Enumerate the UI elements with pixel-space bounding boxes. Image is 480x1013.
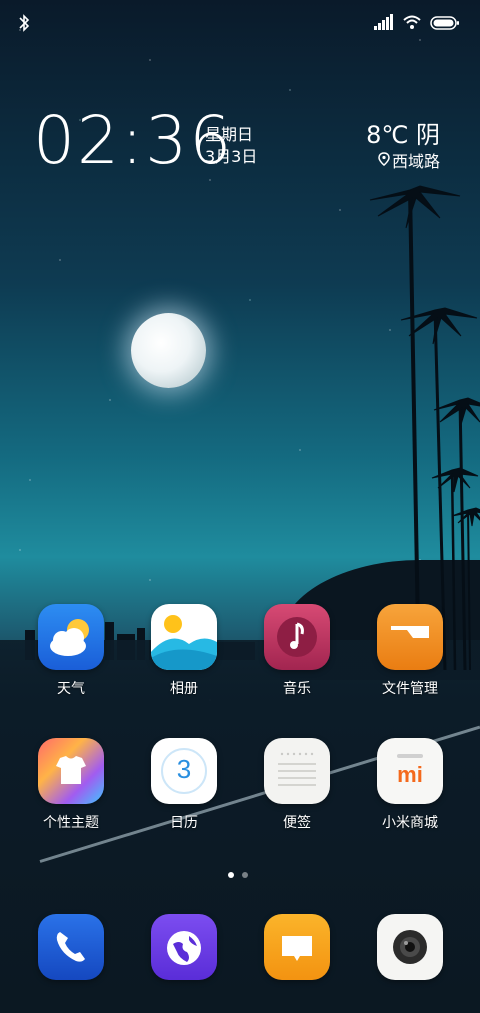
weekday-label: 星期日	[205, 125, 254, 144]
app-themes[interactable]: 个性主题	[23, 738, 119, 832]
mi-store-icon: mi	[377, 738, 443, 804]
app-label: 小米商城	[382, 815, 438, 831]
wifi-icon	[402, 14, 422, 34]
app-weather[interactable]: 天气	[23, 604, 119, 698]
page-indicator[interactable]	[228, 872, 248, 878]
gallery-icon	[151, 604, 217, 670]
folder-icon	[377, 604, 443, 670]
calendar-day: 3	[176, 754, 192, 784]
clock-time[interactable]: 02:36	[33, 108, 233, 174]
app-mi-store[interactable]: mi 小米商城	[362, 738, 458, 832]
app-label: 天气	[57, 681, 85, 697]
phone-icon	[38, 914, 104, 980]
cell-signal-icon	[374, 14, 394, 34]
calendar-icon: 3	[151, 738, 217, 804]
weather-temp[interactable]: 8℃ 阴	[366, 115, 440, 150]
moon-image	[131, 313, 206, 388]
app-label: 日历	[170, 815, 198, 831]
location-pin-icon	[378, 151, 390, 170]
page-dot-1[interactable]	[228, 872, 234, 878]
battery-icon	[430, 15, 460, 34]
status-bar	[0, 0, 480, 50]
app-files[interactable]: 文件管理	[362, 604, 458, 698]
date-block[interactable]: 星期日 3月3日	[205, 124, 257, 168]
app-label: 相册	[170, 681, 198, 697]
app-label: 个性主题	[43, 815, 99, 831]
dock-browser[interactable]	[136, 914, 232, 980]
page-dot-2[interactable]	[242, 872, 248, 878]
camera-icon	[377, 914, 443, 980]
browser-icon	[151, 914, 217, 980]
app-notes[interactable]: 便签	[249, 738, 345, 832]
dock-phone[interactable]	[23, 914, 119, 980]
mi-logo: mi	[397, 762, 423, 787]
weather-icon	[38, 604, 104, 670]
app-label: 文件管理	[382, 681, 438, 697]
notes-icon	[264, 738, 330, 804]
messages-icon	[264, 914, 330, 980]
music-icon	[264, 604, 330, 670]
date-label: 3月3日	[205, 147, 258, 166]
weather-location[interactable]: 西域路	[378, 148, 440, 172]
dock-camera[interactable]	[362, 914, 458, 980]
app-music[interactable]: 音乐	[249, 604, 345, 698]
app-label: 便签	[283, 815, 311, 831]
app-gallery[interactable]: 相册	[136, 604, 232, 698]
location-label: 西域路	[391, 152, 440, 171]
bluetooth-icon	[18, 14, 30, 36]
app-label: 音乐	[283, 681, 311, 697]
theme-icon	[38, 738, 104, 804]
dock-messages[interactable]	[249, 914, 345, 980]
app-calendar[interactable]: 3 日历	[136, 738, 232, 832]
